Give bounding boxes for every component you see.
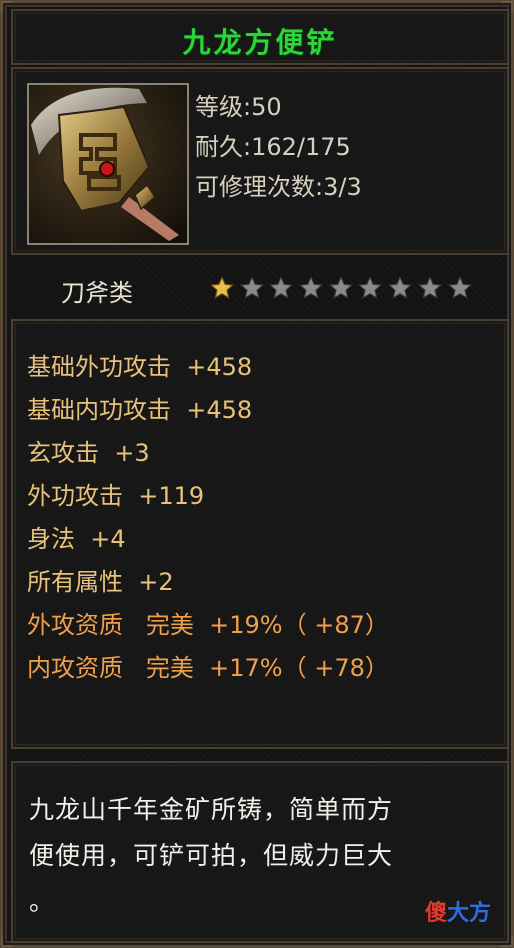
attr-inner-aptitude: 内攻资质 完美 +17%（ +78） xyxy=(27,654,389,682)
star-empty-icon xyxy=(358,275,383,299)
star-filled-icon xyxy=(209,275,235,299)
attr-outer-attack: 外功攻击 +119 xyxy=(27,482,205,510)
title-bar: 九龙方便铲 xyxy=(11,9,509,65)
attributes-panel: 基础外功攻击 +458 基础内功攻击 +458 玄攻击 +3 外功攻击 +119… xyxy=(11,319,509,749)
star-empty-icon xyxy=(447,275,472,299)
attr-agility: 身法 +4 xyxy=(27,525,126,553)
attr-base-inner-attack: 基础内功攻击 +458 xyxy=(27,396,253,424)
item-category: 刀斧类 xyxy=(61,279,133,307)
shovel-icon xyxy=(29,85,187,243)
attr-outer-aptitude: 外攻资质 完美 +19%（ +87） xyxy=(27,611,389,639)
watermark-part2: 大方 xyxy=(446,901,491,926)
description-panel: 九龙山千年金矿所铸，简单而方 便使用，可铲可拍，但威力巨大 。 傻大方 xyxy=(11,761,509,943)
star-empty-icon xyxy=(328,275,353,299)
star-empty-icon xyxy=(298,275,324,299)
item-tooltip: 九龙方便铲 等级:50 耐久:162/175 可修理次数:3/3 刀斧类 基础外… xyxy=(0,0,514,948)
star-empty-icon xyxy=(269,275,294,299)
watermark: 傻大方 xyxy=(425,895,491,927)
star-empty-icon xyxy=(417,275,442,299)
info-panel: 等级:50 耐久:162/175 可修理次数:3/3 xyxy=(11,67,509,255)
category-row: 刀斧类 xyxy=(11,259,509,317)
item-durability: 耐久:162/175 xyxy=(195,133,351,161)
description-line: 九龙山千年金矿所铸，简单而方 xyxy=(29,795,394,824)
item-repair-count: 可修理次数:3/3 xyxy=(195,173,362,201)
watermark-part1: 傻 xyxy=(424,901,447,926)
item-name: 九龙方便铲 xyxy=(182,26,338,59)
attr-mystic-attack: 玄攻击 +3 xyxy=(27,439,150,467)
star-rating xyxy=(209,275,476,301)
description-line: 便使用，可铲可拍，但威力巨大 xyxy=(29,841,394,870)
star-empty-icon xyxy=(239,275,264,299)
item-icon-slot xyxy=(27,83,189,245)
item-level: 等级:50 xyxy=(195,93,282,121)
star-empty-icon xyxy=(387,275,413,299)
attr-base-outer-attack: 基础外功攻击 +458 xyxy=(27,353,253,381)
attr-all-stats: 所有属性 +2 xyxy=(27,568,174,596)
